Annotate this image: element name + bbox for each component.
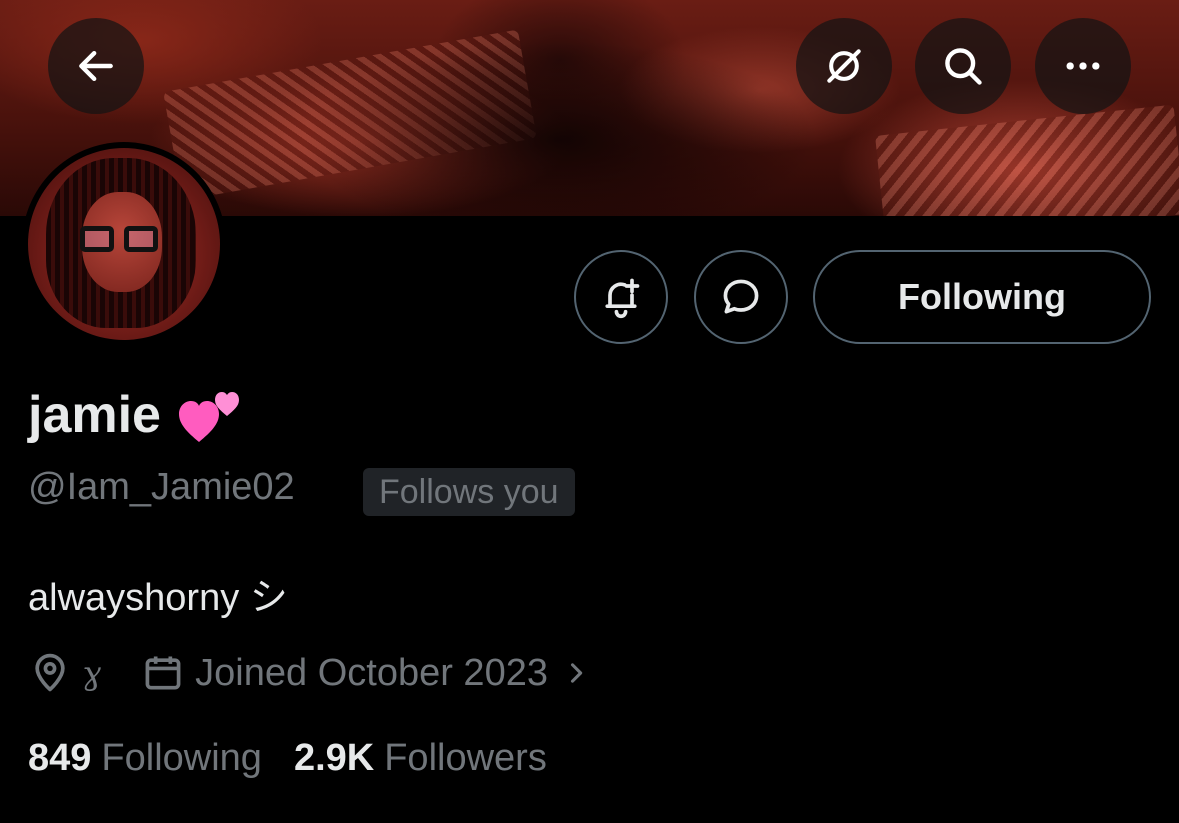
more-dots-icon [1066, 62, 1100, 70]
more-options-button[interactable] [1035, 18, 1131, 114]
notifications-subscribe-button[interactable] [574, 250, 668, 344]
grok-icon [827, 49, 861, 83]
calendar-icon [145, 656, 181, 690]
followers-count: 2.9K [293, 736, 375, 779]
two-hearts-icon [178, 392, 239, 442]
following-stat[interactable]: 849 Following [28, 737, 262, 780]
message-bubble-icon [723, 279, 759, 314]
user-handle: @Iam_Jamie02 [28, 466, 295, 508]
location-text: ɣ [82, 654, 102, 692]
following-label: Following [101, 736, 262, 779]
banner-image-detail [300, 40, 820, 216]
followers-stat[interactable]: 2.9K Followers [294, 737, 547, 780]
back-arrow-icon [79, 50, 113, 82]
display-name-text: jamie [28, 386, 161, 444]
back-button[interactable] [48, 18, 144, 114]
chevron-right-icon[interactable] [562, 659, 590, 687]
location-pin-icon [35, 653, 65, 692]
search-button[interactable] [915, 18, 1011, 114]
profile-stats: 849 Following 2.9K Followers [28, 730, 547, 786]
follows-you-badge: Follows you [363, 468, 575, 516]
bell-plus-icon [605, 278, 640, 319]
search-icon [945, 48, 982, 85]
joined-date[interactable]: Joined October 2023 [195, 652, 548, 695]
profile-meta: ɣ Joined October 2023 [28, 645, 590, 701]
following-count: 849 [28, 736, 92, 779]
profile-bio: alwayshorny シ [28, 577, 288, 619]
display-name: jamie [28, 382, 243, 448]
following-button[interactable]: Following [813, 250, 1151, 344]
grok-button[interactable] [796, 18, 892, 114]
banner-image-detail [875, 104, 1179, 216]
avatar[interactable] [22, 142, 226, 346]
message-button[interactable] [694, 250, 788, 344]
followers-label: Followers [384, 736, 547, 779]
avatar-image [28, 148, 220, 340]
